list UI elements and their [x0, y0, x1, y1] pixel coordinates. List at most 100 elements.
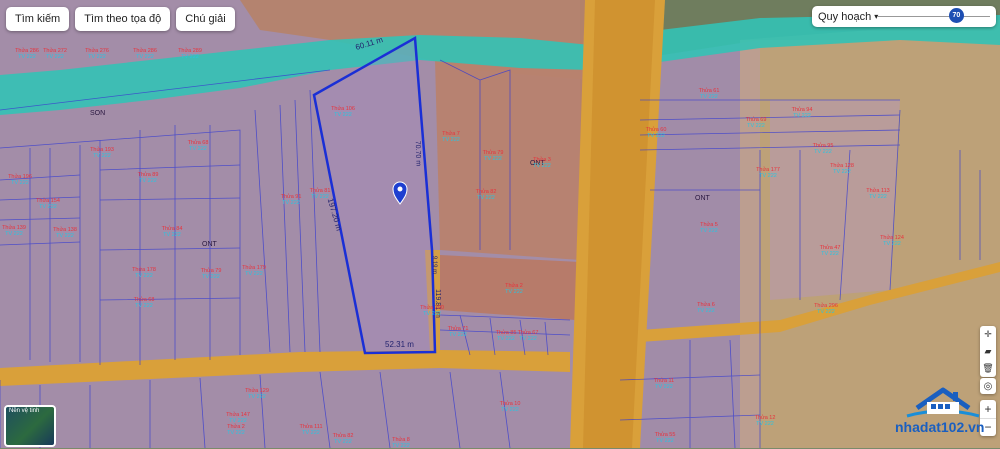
parcel-sheet: TV 222 — [392, 443, 410, 449]
parcel-label[interactable]: Thửa 124 TV 222 — [880, 235, 904, 247]
zone-label: SON — [90, 110, 106, 117]
parcel-sheet: TV 222 — [883, 241, 901, 247]
parcel-sheet: TV 222 — [202, 274, 220, 280]
search-button[interactable]: Tìm kiếm — [6, 7, 70, 31]
parcel-label[interactable]: Thửa 94 TV 222 — [792, 107, 813, 119]
parcel-label[interactable]: Thửa 11 TV 222 — [654, 378, 674, 390]
parcel-label[interactable]: Thửa 71 TV 222 — [448, 326, 469, 338]
parcel-sheet: TV 222 — [497, 336, 515, 342]
parcel-label[interactable]: Thửa 61 TV 222 — [699, 88, 720, 100]
parcel-sheet: TV 222 — [647, 133, 665, 139]
opacity-slider-handle[interactable]: 70 — [948, 8, 964, 23]
parcel-label[interactable]: Thửa 47 TV 222 — [820, 245, 841, 257]
cadastral-map[interactable] — [0, 0, 1000, 448]
opacity-value: 70 — [952, 12, 961, 19]
parcel-label[interactable]: Thửa 138 TV 222 — [53, 227, 77, 239]
parcel-label[interactable]: Thửa 139 TV 222 — [2, 225, 26, 237]
parcel-sheet: TV 222 — [311, 194, 329, 200]
crosshair-icon[interactable]: ✛ — [980, 326, 996, 343]
parcel-label[interactable]: Thửa 67 TV 222 — [518, 330, 539, 342]
parcel-sheet: TV 222 — [11, 180, 29, 186]
parcel-label[interactable]: Thửa 12 TV 222 — [755, 415, 776, 427]
parcel-sheet: TV 222 — [700, 94, 718, 100]
parcel-label[interactable]: Thửa 177 TV 222 — [756, 167, 780, 179]
parcel-label[interactable]: Thửa 111 TV 222 — [299, 424, 322, 436]
parcel-label[interactable]: Thửa 272 TV 222 — [43, 48, 67, 60]
parcel-sheet: TV 222 — [833, 169, 851, 175]
parcel-label[interactable]: Thửa 7 TV 222 — [442, 131, 460, 143]
legend-button[interactable]: Chú giải — [176, 7, 235, 31]
brand-logo: nhadat102.vn — [895, 386, 999, 444]
ruler-icon[interactable]: ▰ — [980, 343, 996, 360]
parcel-sheet: TV 222 — [477, 195, 495, 201]
parcel-label[interactable]: Thửa 68 TV 222 — [188, 140, 209, 152]
parcel-label[interactable]: Thửa 196 TV 222 — [8, 174, 32, 186]
planning-select[interactable]: Quy hoạch ▾ — [812, 11, 884, 23]
parcel-sheet: TV 222 — [139, 178, 157, 184]
opacity-slider-track[interactable]: 70 — [878, 8, 990, 23]
parcel-label[interactable]: Thửa 84 TV 222 — [162, 226, 183, 238]
parcel-label[interactable]: Thửa 129 TV 222 — [245, 388, 269, 400]
parcel-label[interactable]: Thửa 193 TV 222 — [90, 147, 114, 159]
parcel-label[interactable]: Thửa 154 TV 222 — [36, 198, 60, 210]
parcel-label[interactable]: Thửa 296 TV 222 — [814, 303, 838, 315]
parcel-sheet: TV 222 — [869, 194, 887, 200]
coordinate-search-button[interactable]: Tìm theo tọa độ — [75, 7, 171, 31]
parcel-sheet: TV 222 — [814, 149, 832, 155]
parcel-label[interactable]: Thửa 289 TV 222 — [178, 48, 202, 60]
brand-name: nhadat102.vn — [895, 419, 985, 435]
parcel-sheet: TV 222 — [759, 173, 777, 179]
parcel-label[interactable]: Thửa 82 TV 222 — [476, 189, 497, 201]
parcel-sheet: TV 222 — [533, 163, 551, 169]
parcel-label[interactable]: Thửa 128 TV 222 — [830, 163, 854, 175]
parcel-sheet: TV 222 — [245, 271, 263, 277]
parcel-sheet: TV 222 — [697, 308, 715, 314]
parcel-sheet: TV 222 — [181, 54, 199, 60]
parcel-label[interactable]: Thửa 113 TV 222 — [866, 188, 889, 200]
parcel-label[interactable]: Thửa 2 TV 222 — [505, 283, 523, 295]
parcel-label[interactable]: Thửa 3 TV 222 — [533, 157, 551, 169]
parcel-label[interactable]: Thửa 106 TV 222 — [331, 106, 355, 118]
parcel-label[interactable]: Thửa 82 TV 222 — [333, 433, 354, 445]
parcel-label[interactable]: Thửa 2 TV 222 — [227, 424, 245, 436]
parcel-sheet: TV 222 — [46, 54, 64, 60]
parcel-label[interactable]: Thửa 79 TV 222 — [483, 150, 504, 162]
parcel-label[interactable]: Thửa 89 TV 222 — [138, 172, 159, 184]
parcel-label[interactable]: Thửa 79 TV 222 — [201, 268, 222, 280]
parcel-label[interactable]: Thửa 286 TV 222 — [15, 48, 39, 60]
parcel-sheet: TV 222 — [817, 309, 835, 315]
parcel-label[interactable]: Thửa 178 TV 222 — [132, 267, 156, 279]
map-toolbar: Tìm kiếm Tìm theo tọa độ Chú giải — [6, 7, 235, 31]
parcel-label[interactable]: Thửa 179 TV 222 — [242, 265, 266, 277]
trash-icon[interactable]: 🗑 — [980, 360, 996, 377]
parcel-label[interactable]: Thửa 147 TV 222 — [226, 412, 250, 424]
parcel-label[interactable]: Thửa 91 TV 222 — [281, 194, 302, 206]
parcel-label[interactable]: Thửa 8 TV 222 — [392, 437, 410, 449]
parcel-label[interactable]: Thửa 290 TV 222 — [420, 305, 444, 317]
parcel-label[interactable]: Thửa 60 TV 222 — [646, 127, 667, 139]
satellite-layer-label: Nền vệ tinh — [9, 408, 40, 414]
parcel-sheet: TV 222 — [5, 231, 23, 237]
parcel-sheet: TV 222 — [442, 137, 460, 143]
parcel-label[interactable]: Thửa 276 TV 222 — [85, 48, 109, 60]
parcel-sheet: TV 222 — [282, 200, 300, 206]
parcel-label[interactable]: Thửa 69 TV 222 — [746, 117, 767, 129]
parcel-sheet: TV 222 — [189, 146, 207, 152]
parcel-sheet: TV 222 — [163, 232, 181, 238]
parcel-label[interactable]: Thửa 85 TV 222 — [496, 330, 517, 342]
parcel-sheet: TV 222 — [39, 204, 57, 210]
parcel-sheet: TV 222 — [56, 233, 74, 239]
parcel-label[interactable]: Thửa 95 TV 222 — [813, 143, 834, 155]
parcel-label[interactable]: Thửa 5 TV 222 — [700, 222, 718, 234]
parcel-label[interactable]: Thửa 286 TV 222 — [133, 48, 157, 60]
parcel-label[interactable]: Thửa 6 TV 222 — [697, 302, 715, 314]
parcel-label[interactable]: Thửa 10 TV 222 — [500, 401, 521, 413]
satellite-layer-toggle[interactable]: Nền vệ tinh — [4, 405, 56, 447]
parcel-sheet: TV 222 — [18, 54, 36, 60]
zone-label: ONT — [695, 195, 710, 202]
parcel-label[interactable]: Thửa 55 TV 222 — [655, 432, 676, 444]
parcel-sheet: TV 222 — [248, 394, 266, 400]
parcel-label[interactable]: Thửa 68 TV 222 — [134, 297, 155, 309]
parcel-sheet: TV 222 — [423, 311, 441, 317]
parcel-label[interactable]: Thửa 81 TV 222 — [310, 188, 331, 200]
